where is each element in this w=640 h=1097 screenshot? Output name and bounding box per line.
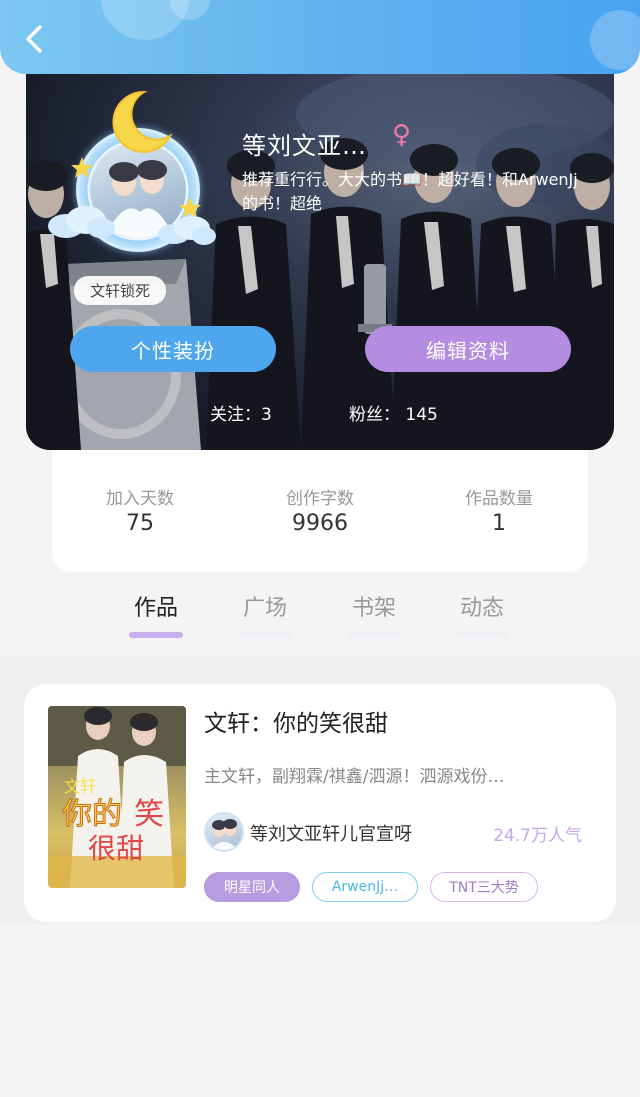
profile-bio: 推荐重行行。大大的书📖！超好看！和ArwenJj的书！超绝: [242, 170, 578, 213]
stats-card: 加入天数 75 创作字数 9966 作品数量 1: [52, 450, 588, 572]
chevron-left-icon: [26, 25, 42, 53]
cover-title-text: 你的: [62, 797, 122, 832]
stat-value: 9966: [292, 511, 348, 536]
author-avatar[interactable]: [204, 812, 244, 852]
female-gender-icon: ♀: [392, 120, 412, 150]
moon-icon: [112, 90, 173, 153]
fans-count: 145: [405, 405, 438, 425]
tab-square[interactable]: 广场: [225, 590, 305, 638]
stat-label: 加入天数: [106, 489, 174, 509]
works-list: 文轩 你的 笑 很甜 文轩：你的笑很甜 主文轩，副翔霖/祺鑫/泗源！泗源戏份… …: [0, 656, 640, 924]
fan-badge: 文轩锁死: [74, 276, 167, 305]
stat-value: 1: [492, 511, 506, 536]
following-label: 关注：: [210, 405, 261, 425]
edit-profile-button[interactable]: 编辑资料: [365, 326, 571, 372]
tab-label: 书架: [351, 596, 396, 621]
cloud-icon: [158, 216, 216, 245]
avatar-frame[interactable]: [46, 86, 216, 256]
top-nav-bar: [0, 0, 640, 74]
tab-underline: [455, 632, 509, 638]
stat-work-count: 作品数量 1: [429, 484, 569, 536]
tab-works[interactable]: 作品: [116, 590, 196, 638]
tab-activity[interactable]: 动态: [442, 590, 522, 638]
author-name[interactable]: 等刘文亚轩儿官宣呀: [250, 820, 412, 846]
back-button[interactable]: [18, 22, 52, 56]
cover-image: 文轩 你的 笑 很甜: [48, 706, 186, 888]
tab-label: 动态: [459, 596, 504, 621]
stat-label: 作品数量: [465, 489, 533, 509]
stat-label: 创作字数: [286, 489, 354, 509]
tab-underline: [129, 632, 183, 638]
work-title[interactable]: 文轩：你的笑很甜: [204, 704, 388, 738]
stat-word-count: 创作字数 9966: [250, 484, 390, 536]
tab-label: 广场: [242, 596, 287, 621]
star-icon: [71, 157, 93, 178]
decor-bubble: [590, 10, 640, 70]
cover-title-text: 笑: [134, 797, 164, 832]
personal-dress-button[interactable]: 个性装扮: [70, 326, 276, 372]
fans-stat[interactable]: 粉丝： 145: [349, 400, 438, 425]
following-stat[interactable]: 关注：3: [210, 400, 272, 425]
work-cover: 文轩 你的 笑 很甜: [48, 706, 186, 888]
cover-title-text: 文轩: [64, 777, 96, 796]
work-description: 主文轩，副翔霖/祺鑫/泗源！泗源戏份…: [204, 767, 505, 787]
tag-star-fanfic[interactable]: 明星同人: [204, 872, 300, 902]
fans-label: 粉丝：: [349, 405, 400, 425]
tag-tnt[interactable]: TNT三大势: [430, 872, 538, 902]
tab-bookshelf[interactable]: 书架: [334, 590, 414, 638]
cloud-icon: [48, 206, 115, 238]
popularity-count: 24.7万人气: [493, 826, 582, 846]
cover-title-text: 很甜: [88, 832, 144, 865]
author-avatar-image: [210, 819, 238, 850]
stat-value: 75: [126, 511, 154, 536]
work-card[interactable]: 文轩 你的 笑 很甜 文轩：你的笑很甜 主文轩，副翔霖/祺鑫/泗源！泗源戏份… …: [24, 684, 616, 922]
tab-label: 作品: [133, 596, 178, 621]
tab-underline: [347, 632, 401, 638]
stat-join-days: 加入天数 75: [70, 484, 210, 536]
profile-tabs: 作品 广场 书架 动态: [0, 572, 640, 656]
following-count: 3: [261, 405, 272, 425]
profile-banner: 文轩锁死 等刘文亚… ♀ 推荐重行行。大大的书📖！超好看！和ArwenJj的书！…: [26, 74, 614, 450]
tag-author[interactable]: ArwenJj…: [312, 872, 418, 902]
tab-underline: [238, 632, 292, 638]
username: 等刘文亚…: [242, 132, 367, 160]
